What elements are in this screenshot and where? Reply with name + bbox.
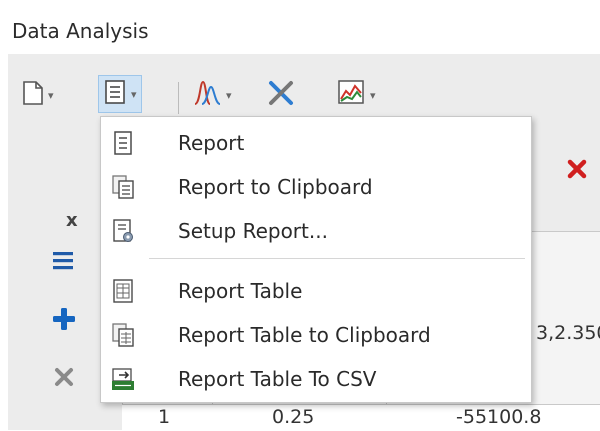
report-table-icon [111,279,135,303]
menu-item-label: Report [178,131,245,155]
menu-item-label: Report to Clipboard [178,175,373,199]
chevron-down-icon: ▾ [131,87,137,101]
report-dropdown-menu: Report Report to Clipboard Setup Report. [100,116,532,403]
menu-item-setup-report[interactable]: Setup Report... [101,209,531,253]
list-menu-button[interactable] [52,250,76,276]
menu-item-report-table-to-csv[interactable]: Report Table To CSV [101,357,531,401]
report-clipboard-icon [111,175,135,199]
menu-item-label: Report Table To CSV [178,367,377,391]
peak-fit-icon [192,79,222,111]
close-icon [55,368,73,386]
chart-button[interactable]: ▾ [336,78,376,112]
menu-item-label: Report Table [178,279,303,303]
report-icon [111,131,135,155]
row-index: 1 [158,406,171,428]
column-header-x: x [66,210,78,231]
chevron-down-icon: ▾ [48,88,54,102]
menu-separator [149,258,525,259]
delete-icon [567,159,587,179]
toolbar: ▾ ▾ ▾ ▾ [8,64,598,122]
menu-item-report-table-to-clipboard[interactable]: Report Table to Clipboard [101,313,531,357]
menu-item-label: Report Table to Clipboard [178,323,431,347]
delete-button[interactable] [566,158,588,184]
menu-item-label: Setup Report... [178,219,328,243]
report-icon [103,79,127,109]
remove-button[interactable] [53,366,75,392]
tools-icon [266,79,296,111]
menu-item-report-table[interactable]: Report Table [101,269,531,313]
report-table-clipboard-icon [111,323,135,347]
new-document-icon [22,80,44,110]
cell-x: 0.25 [272,406,315,428]
peak-fit-button[interactable]: ▾ [192,78,232,112]
chevron-down-icon: ▾ [226,88,232,102]
window-titlebar: Data Analysis [0,0,600,54]
menu-item-report[interactable]: Report [101,121,531,165]
report-dropdown-button[interactable]: ▾ [98,75,142,113]
csv-icon [111,367,135,391]
toolbar-separator [178,82,179,114]
plus-icon [53,308,75,330]
chart-icon [336,79,366,111]
grid-cell-value: 3,2.350 [536,322,600,344]
chevron-down-icon: ▾ [370,88,376,102]
tools-button[interactable] [266,78,296,112]
window-title: Data Analysis [12,19,149,43]
menu-item-report-to-clipboard[interactable]: Report to Clipboard [101,165,531,209]
add-button[interactable] [51,306,77,336]
new-document-button[interactable]: ▾ [22,78,54,112]
cell-y: -55100.8 [456,406,542,428]
list-icon [53,252,73,270]
setup-report-icon [111,219,135,243]
